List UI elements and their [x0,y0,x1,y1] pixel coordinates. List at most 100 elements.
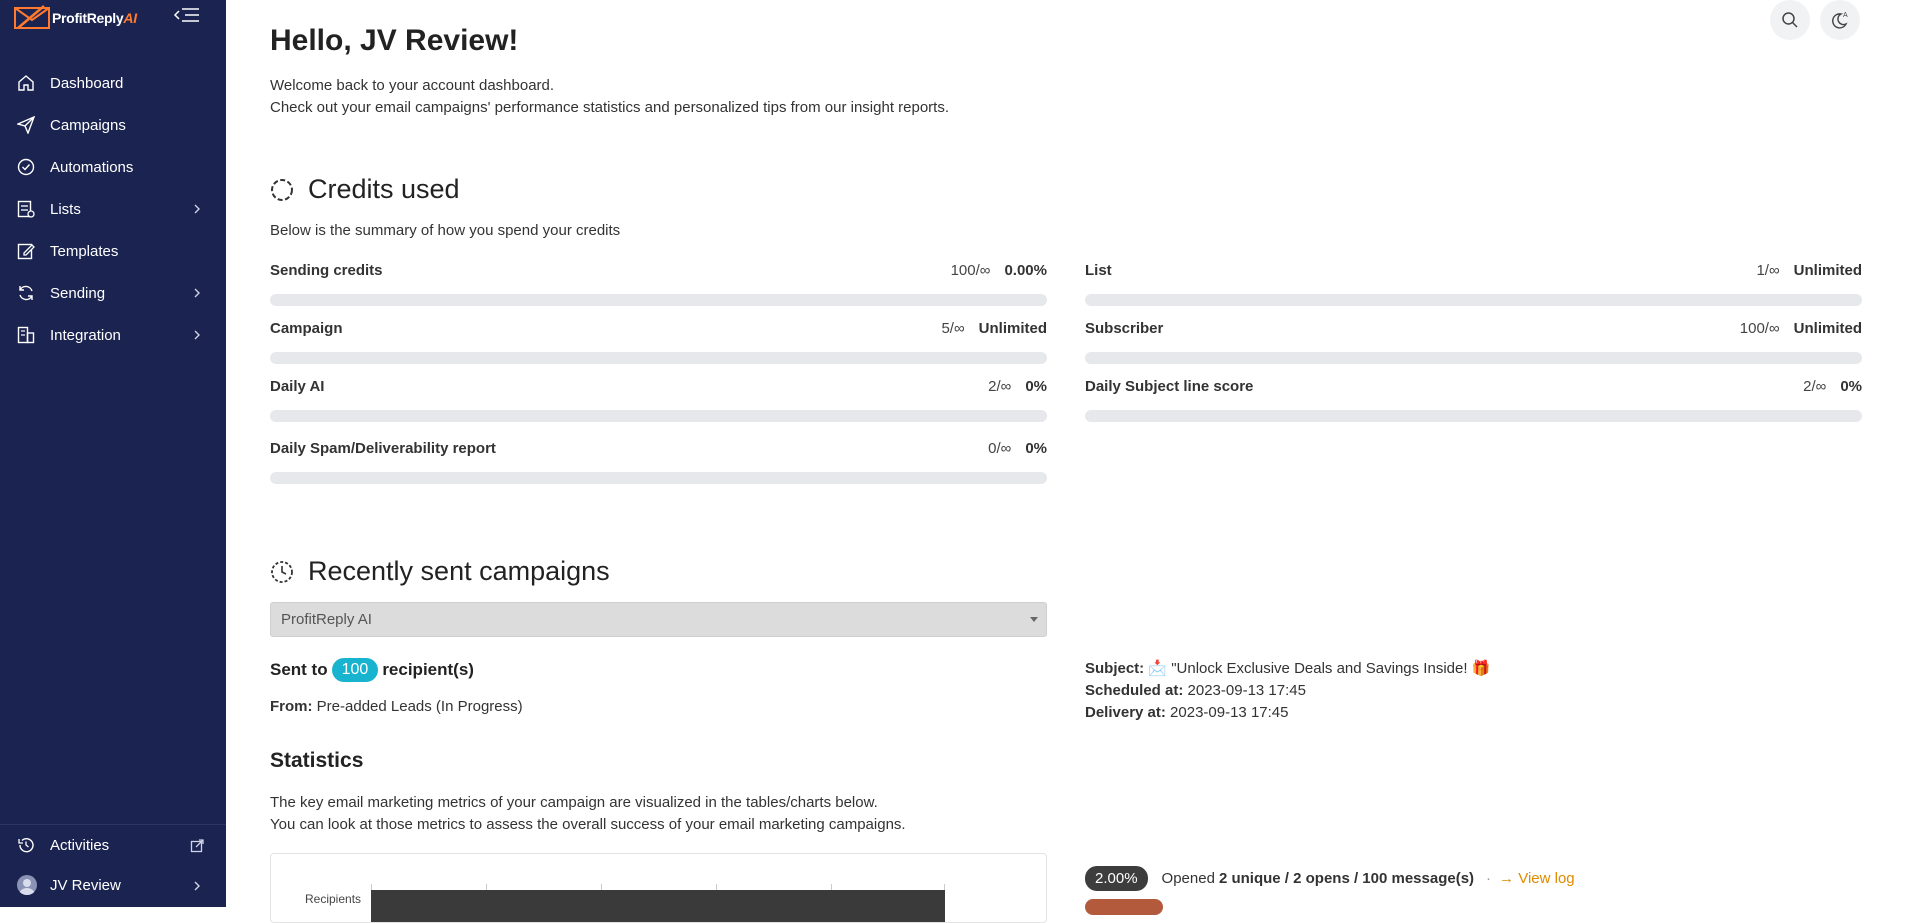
search-icon [1782,12,1798,28]
credit-label: Subscriber [1085,320,1164,337]
welcome-text: Welcome back to your account dashboard. … [270,77,950,116]
sidebar-item-label: Automations [50,158,134,176]
external-link-icon[interactable] [190,839,204,853]
credit-label: Daily Subject line score [1085,378,1254,395]
history-icon [17,836,35,854]
sidebar-item-user[interactable]: JV Review [0,865,226,905]
credit-used: 100/∞ [950,262,991,279]
subject-value: 📩 "Unlock Exclusive Deals and Savings In… [1148,660,1491,677]
theme-toggle-button[interactable]: A [1820,0,1860,40]
chevron-right-icon [190,202,204,216]
edit-icon [17,242,35,260]
separator: · [1486,870,1492,887]
credit-used: 100/∞ [1739,320,1780,337]
credit-progress-bar [270,294,1047,306]
credit-item: Daily AI 2/∞ 0% [270,378,1047,422]
credit-value: Unlimited [978,320,1047,337]
view-log-link[interactable]: → View log [1499,870,1575,887]
credit-used: 0/∞ [988,440,1012,457]
credit-item: Subscriber 100/∞ Unlimited [1085,320,1862,364]
credit-value: 0% [1025,440,1047,457]
recent-section-title: Recently sent campaigns [270,556,610,587]
open-rate-badge: 2.00% [1085,866,1148,891]
send-icon [17,116,35,134]
sidebar-item-lists[interactable]: Lists [0,188,226,230]
credit-used: 5/∞ [941,320,965,337]
sidebar-item-label: Templates [50,242,119,260]
svg-text:A: A [1843,12,1848,19]
credit-value: 0% [1025,378,1047,395]
statistics-title: Statistics [270,749,364,772]
campaign-select[interactable]: ProfitReply AI [270,602,1047,637]
logo-mark-icon [14,5,50,31]
list-icon [17,200,35,218]
avatar [17,875,37,895]
chevron-right-icon [190,328,204,342]
collapse-sidebar-button[interactable] [173,5,201,27]
chevron-right-icon [190,879,204,893]
credit-progress-bar [270,410,1047,422]
recipients-chart: Recipients [270,853,1047,923]
chart-ylabel: Recipients [305,892,362,906]
credit-used: 2/∞ [988,378,1012,395]
sidebar-item-label: Dashboard [50,74,124,92]
chevron-right-icon [190,286,204,300]
sidebar: ProfitReplyAI Dashboard Campaigns Automa… [0,0,226,907]
credit-item: Campaign 5/∞ Unlimited [270,320,1047,364]
credit-label: Campaign [270,320,343,337]
logo[interactable]: ProfitReplyAI [14,4,137,32]
home-icon [17,74,35,92]
caret-down-icon [1030,617,1038,622]
loading-circle-icon [270,178,294,202]
credit-progress-bar [1085,352,1862,364]
credit-progress-bar [1085,410,1862,422]
sidebar-item-integration[interactable]: Integration [0,314,226,356]
credit-label: List [1085,262,1112,279]
opened-detail: 2 unique / 2 opens / 100 message(s) [1218,870,1475,887]
moon-icon: A [1832,12,1848,29]
sidebar-bottom: Activities JV Review [0,824,226,905]
building-icon [17,326,35,344]
sidebar-item-automations[interactable]: Automations [0,146,226,188]
credit-used: 1/∞ [1756,262,1780,279]
credit-label: Daily AI [270,378,325,395]
clock-icon [270,560,294,584]
sidebar-item-label: Integration [50,326,121,344]
delivery-value: 2023-09-13 17:45 [1170,704,1289,721]
credit-progress-bar [270,352,1047,364]
open-rate-row: 2.00% Opened 2 unique / 2 opens / 100 me… [1085,866,1575,891]
sidebar-item-activities[interactable]: Activities [0,825,226,865]
credit-progress-bar [270,472,1047,484]
credit-item: Sending credits 100/∞ 0.00% [270,262,1047,306]
credit-value: 0% [1840,378,1862,395]
user-name: JV Review [50,876,121,894]
click-rate-badge [1085,899,1163,915]
credit-item: Daily Spam/Deliverability report 0/∞ 0% [270,440,1047,484]
campaign-info: Subject: 📩 "Unlock Exclusive Deals and S… [1085,660,1491,721]
scheduled-value: 2023-09-13 17:45 [1187,682,1306,699]
credit-value: Unlimited [1793,262,1862,279]
sidebar-item-campaigns[interactable]: Campaigns [0,104,226,146]
from-info: From: Pre-added Leads (In Progress) [270,698,523,715]
credit-value: 0.00% [1004,262,1047,279]
credits-section-title: Credits used [270,174,460,205]
sidebar-item-dashboard[interactable]: Dashboard [0,62,226,104]
topbar-actions: A [1770,0,1860,40]
credit-label: Daily Spam/Deliverability report [270,440,496,457]
sidebar-item-label: Sending [50,284,106,302]
credit-label: Sending credits [270,262,383,279]
sidebar-item-sending[interactable]: Sending [0,272,226,314]
shield-check-icon [17,158,35,176]
credit-progress-bar [1085,294,1862,306]
sidebar-item-label: Activities [50,836,110,854]
sidebar-item-templates[interactable]: Templates [0,230,226,272]
search-button[interactable] [1770,0,1810,40]
sidebar-item-label: Lists [50,200,81,218]
sidebar-nav: Dashboard Campaigns Automations Lists Te… [0,62,226,356]
campaign-select-value: ProfitReply AI [281,611,372,628]
credit-used: 2/∞ [1803,378,1827,395]
credit-value: Unlimited [1793,320,1862,337]
sidebar-item-label: Campaigns [50,116,126,134]
logo-text: ProfitReplyAI [52,10,137,26]
credit-item: List 1/∞ Unlimited [1085,262,1862,306]
